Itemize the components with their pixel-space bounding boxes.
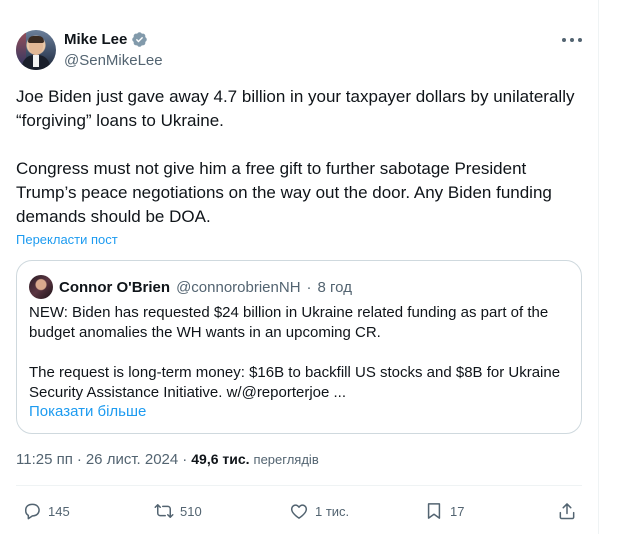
- timeline-border: [598, 0, 599, 534]
- author-name[interactable]: Mike Lee: [64, 31, 127, 48]
- tweet-paragraph-1: Joe Biden just gave away 4.7 billion in …: [16, 87, 575, 130]
- tweet-time[interactable]: 11:25 пп: [16, 451, 73, 468]
- quoted-tweet-text: NEW: Biden has requested $24 billion in …: [29, 303, 571, 403]
- quoted-tweet[interactable]: Connor O'Brien @connorobrienNH · 8 год N…: [16, 260, 582, 434]
- author-handle[interactable]: @SenMikeLee: [64, 52, 163, 69]
- show-more-link[interactable]: Показати більше: [29, 403, 146, 420]
- verified-badge-icon[interactable]: [131, 31, 148, 48]
- repost-count: 510: [180, 503, 202, 519]
- quoted-author-name: Connor O'Brien: [59, 278, 171, 296]
- repost-icon: [154, 504, 174, 518]
- reply-button[interactable]: 145: [22, 497, 70, 525]
- views-count: 49,6 тис.: [191, 451, 250, 467]
- reply-count: 145: [48, 503, 70, 519]
- bookmark-button[interactable]: 17: [424, 497, 464, 525]
- quoted-author-handle: @connorobrienNH: [176, 278, 301, 296]
- quoted-paragraph-1: NEW: Biden has requested $24 billion in …: [29, 304, 549, 341]
- quoted-separator: ·: [306, 278, 312, 296]
- quoted-tweet-header: Connor O'Brien @connorobrienNH · 8 год: [29, 275, 352, 299]
- more-icon[interactable]: [562, 32, 582, 48]
- bookmark-count: 17: [450, 503, 465, 519]
- tweet-text: Joe Biden just gave away 4.7 billion in …: [16, 85, 582, 229]
- divider: [16, 485, 582, 486]
- quoted-time: 8 год: [317, 278, 352, 296]
- tweet-paragraph-2: Congress must not give him a free gift t…: [16, 159, 552, 226]
- like-count: 1 тис.: [315, 503, 350, 519]
- meta-separator: ·: [76, 451, 82, 468]
- like-icon: [290, 504, 308, 519]
- tweet-date[interactable]: 26 лист. 2024: [86, 451, 178, 468]
- share-button[interactable]: [557, 497, 577, 525]
- like-button[interactable]: 1 тис.: [289, 497, 349, 525]
- repost-button[interactable]: 510: [154, 497, 202, 525]
- author-name-row[interactable]: Mike Lee: [64, 31, 148, 48]
- bookmark-icon: [427, 503, 441, 519]
- action-bar: 145 510 1 тис. 17: [0, 497, 598, 525]
- translate-link[interactable]: Перекласти пост: [16, 232, 118, 247]
- quoted-author-avatar: [29, 275, 53, 299]
- reply-icon: [25, 503, 40, 520]
- tweet-meta: 11:25 пп · 26 лист. 2024 · 49,6 тис. пер…: [16, 451, 319, 468]
- views-label: переглядів: [253, 452, 319, 467]
- share-icon: [559, 503, 575, 520]
- meta-separator: ·: [182, 451, 188, 468]
- author-avatar[interactable]: [16, 30, 56, 70]
- quoted-paragraph-2: The request is long-term money: $16B to …: [29, 364, 561, 401]
